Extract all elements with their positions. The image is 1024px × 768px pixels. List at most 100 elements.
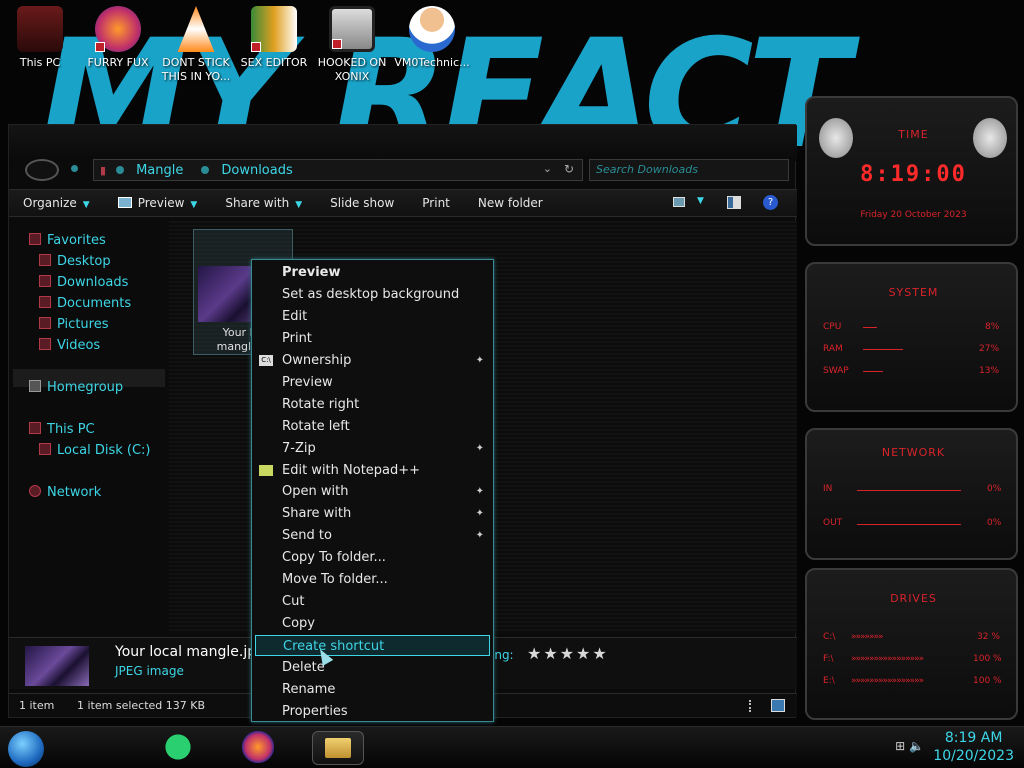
desktop-icon-label: VM0Technic... <box>394 56 470 69</box>
menu-item-move-to-folder[interactable]: Move To folder... <box>255 569 490 590</box>
taskbar-firefox-icon[interactable] <box>242 731 274 763</box>
menu-item-create-shortcut[interactable]: Create shortcut <box>255 635 490 656</box>
nav-favorites[interactable]: Favorites <box>29 233 106 248</box>
menu-item-ownership[interactable]: C:\ Ownership ✦ <box>255 350 490 371</box>
breadcrumb-downloads[interactable]: Downloads <box>201 162 293 178</box>
doctor-avatar-icon <box>409 6 455 52</box>
recent-pages-dot-icon[interactable] <box>71 165 78 172</box>
organize-button[interactable]: Organize ▼ <box>9 196 104 210</box>
network-in-value: 0% <box>987 484 1002 494</box>
hard-drive-icon <box>39 443 51 455</box>
this-pc-icon <box>17 6 63 52</box>
menu-item-preview-default[interactable]: Preview <box>255 262 490 283</box>
drive-e-label: E:\ <box>823 676 835 686</box>
desktop-icon-dont-stick[interactable]: DONT STICK THIS IN YO... <box>156 6 236 84</box>
print-button[interactable]: Print <box>408 196 464 210</box>
help-icon[interactable]: ? <box>763 195 778 210</box>
desktop-icon-this-pc[interactable]: This PC <box>0 6 80 70</box>
desktop-icon-hooked-on-xonix[interactable]: HOOKED ON XONIX <box>312 6 392 84</box>
desktop-icon-furry-fux[interactable]: FURRY FUX <box>78 6 158 70</box>
menu-item-print[interactable]: Print <box>255 328 490 349</box>
menu-item-delete[interactable]: Delete <box>255 657 490 678</box>
menu-item-label: Open with <box>282 484 349 499</box>
menu-item-share-with[interactable]: Share with ✦ <box>255 503 490 524</box>
preview-button[interactable]: Preview ▼ <box>104 196 212 210</box>
taskbar-app-green-icon[interactable] <box>162 731 194 763</box>
back-forward-orb-button[interactable] <box>25 159 59 181</box>
volume-icon[interactable]: 🔈 <box>909 739 924 753</box>
nav-desktop[interactable]: Desktop <box>39 254 111 269</box>
address-dropdown-chevron-icon[interactable]: ⌄ <box>543 162 552 175</box>
network-gadget[interactable]: NETWORK IN 0% OUT 0% <box>805 428 1018 560</box>
menu-item-properties[interactable]: Properties <box>255 701 490 722</box>
menu-item-rotate-left[interactable]: Rotate left <box>255 416 490 437</box>
time-gadget-date: Friday 20 October 2023 <box>860 210 967 220</box>
nav-label: Homegroup <box>47 380 124 395</box>
desktop-icon-vm0technic[interactable]: VM0Technic... <box>392 6 472 70</box>
details-file-type: JPEG image <box>115 664 184 678</box>
share-with-button[interactable]: Share with ▼ <box>211 196 316 210</box>
nav-documents[interactable]: Documents <box>39 296 131 311</box>
desktop-gadgets: TIME 8:19:00 Friday 20 October 2023 SYST… <box>797 90 1024 726</box>
new-folder-button[interactable]: New folder <box>464 196 557 210</box>
search-input[interactable]: Search Downloads <box>589 159 789 181</box>
menu-item-label: Properties <box>282 704 348 719</box>
nav-downloads[interactable]: Downloads <box>39 275 128 290</box>
menu-item-edit[interactable]: Edit <box>255 306 490 327</box>
rating-stars-icon[interactable]: ★★★★★ <box>527 644 609 663</box>
drives-gadget[interactable]: DRIVES C:\ »»»»»»» 32 % F:\ »»»»»»»»»»»»… <box>805 568 1018 720</box>
breadcrumb-label: Downloads <box>221 162 293 178</box>
preview-image-icon <box>117 197 132 208</box>
nav-label: Downloads <box>57 275 129 290</box>
drives-gadget-title: DRIVES <box>890 592 937 605</box>
menu-item-label: Send to <box>282 528 332 543</box>
nav-pictures[interactable]: Pictures <box>39 317 108 332</box>
view-mode-icon[interactable] <box>673 197 685 207</box>
breadcrumb-separator-icon <box>201 166 210 174</box>
nav-homegroup[interactable]: Homegroup <box>29 380 123 395</box>
menu-item-label: Delete <box>282 660 325 675</box>
drive-e-value: 100 % <box>973 676 1002 686</box>
taskbar-clock[interactable]: 8:19 AM 10/20/2023 <box>933 729 1014 765</box>
menu-item-label: Copy <box>282 616 315 631</box>
drive-f-label: F:\ <box>823 654 834 664</box>
menu-item-copy[interactable]: Copy <box>255 613 490 634</box>
nav-network[interactable]: Network <box>29 485 101 500</box>
hxd-editor-icon <box>251 6 297 52</box>
slide-show-button[interactable]: Slide show <box>316 196 408 210</box>
menu-item-label: Rename <box>282 682 336 697</box>
address-bar[interactable]: ▮ Mangle Downloads ⌄ ↻ <box>93 159 583 181</box>
system-gadget[interactable]: SYSTEM CPU 8% RAM 27% SWAP 13% <box>805 262 1018 412</box>
menu-item-preview[interactable]: Preview <box>255 372 490 393</box>
network-out-value: 0% <box>987 518 1002 528</box>
menu-item-label: Cut <box>282 594 305 609</box>
menu-item-copy-to-folder[interactable]: Copy To folder... <box>255 547 490 568</box>
menu-item-edit-notepadpp[interactable]: Edit with Notepad++ <box>255 460 490 481</box>
details-view-icon[interactable] <box>749 700 753 712</box>
breadcrumb-mangle[interactable]: Mangle <box>116 163 183 178</box>
menu-item-open-with[interactable]: Open with ✦ <box>255 481 490 502</box>
menu-item-cut[interactable]: Cut <box>255 591 490 612</box>
menu-item-label: Preview <box>282 265 341 280</box>
nav-this-pc[interactable]: This PC <box>29 422 95 437</box>
taskbar-explorer-button[interactable] <box>312 731 364 765</box>
time-gadget[interactable]: TIME 8:19:00 Friday 20 October 2023 <box>805 96 1018 246</box>
nav-local-disk[interactable]: Local Disk (C:) <box>39 443 150 458</box>
desktop-icon-label: DONT STICK THIS IN YO... <box>161 56 231 83</box>
preview-pane-toggle-icon[interactable] <box>727 196 741 209</box>
menu-item-send-to[interactable]: Send to ✦ <box>255 525 490 546</box>
nav-videos[interactable]: Videos <box>39 338 100 353</box>
nav-label: This PC <box>47 422 95 437</box>
view-mode-chevron-icon[interactable]: ▼ <box>697 196 704 206</box>
clock-time: 8:19 AM <box>944 730 1003 746</box>
large-icons-view-icon[interactable] <box>771 699 785 712</box>
homegroup-icon <box>29 380 41 392</box>
menu-item-set-desktop-background[interactable]: Set as desktop background <box>255 284 490 305</box>
refresh-icon[interactable]: ↻ <box>564 162 574 176</box>
menu-item-rotate-right[interactable]: Rotate right <box>255 394 490 415</box>
menu-item-7zip[interactable]: 7-Zip ✦ <box>255 438 490 459</box>
menu-item-rename[interactable]: Rename <box>255 679 490 700</box>
start-orb-button[interactable] <box>8 731 44 767</box>
network-tray-icon[interactable]: ⊞ <box>895 739 905 753</box>
desktop-icon-sex-editor[interactable]: SEX EDITOR <box>234 6 314 70</box>
